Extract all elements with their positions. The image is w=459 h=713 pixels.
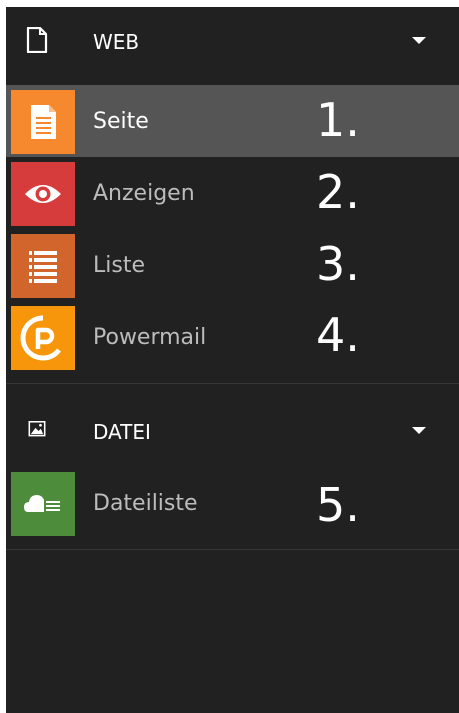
group-divider [6, 383, 459, 384]
group-label-datei: DATEI [93, 420, 151, 444]
caret-down-icon[interactable] [412, 427, 426, 434]
list-icon [11, 234, 75, 298]
module-label-anzeigen: Anzeigen [93, 181, 195, 206]
caret-down-icon[interactable] [412, 37, 426, 44]
annotation-5: 5. [316, 478, 360, 532]
module-label-dateiliste: Dateiliste [93, 491, 198, 516]
module-label-seite: Seite [93, 109, 149, 134]
eye-icon [11, 162, 75, 226]
list-end-divider [6, 549, 459, 550]
module-menu-panel: WEB Seite Anzeigen Liste Powermail DATEI… [6, 7, 459, 713]
group-label-web: WEB [93, 30, 140, 54]
group-header-web[interactable]: WEB [6, 7, 459, 77]
image-icon [28, 421, 46, 437]
module-label-liste: Liste [93, 253, 145, 278]
annotation-1: 1. [316, 93, 360, 147]
module-dateiliste[interactable]: Dateiliste [6, 467, 459, 539]
module-anzeigen[interactable]: Anzeigen [6, 157, 459, 229]
module-seite[interactable]: Seite [6, 85, 459, 157]
cloud-file-icon [11, 472, 75, 536]
page-module-icon [11, 90, 75, 154]
module-label-powermail: Powermail [93, 325, 207, 350]
module-liste[interactable]: Liste [6, 229, 459, 301]
powermail-icon [11, 306, 75, 370]
group-header-datei[interactable]: DATEI [6, 397, 459, 467]
annotation-3: 3. [316, 237, 360, 291]
annotation-2: 2. [316, 165, 360, 219]
module-powermail[interactable]: Powermail [6, 301, 459, 373]
page-icon [26, 27, 48, 53]
annotation-4: 4. [316, 308, 360, 362]
